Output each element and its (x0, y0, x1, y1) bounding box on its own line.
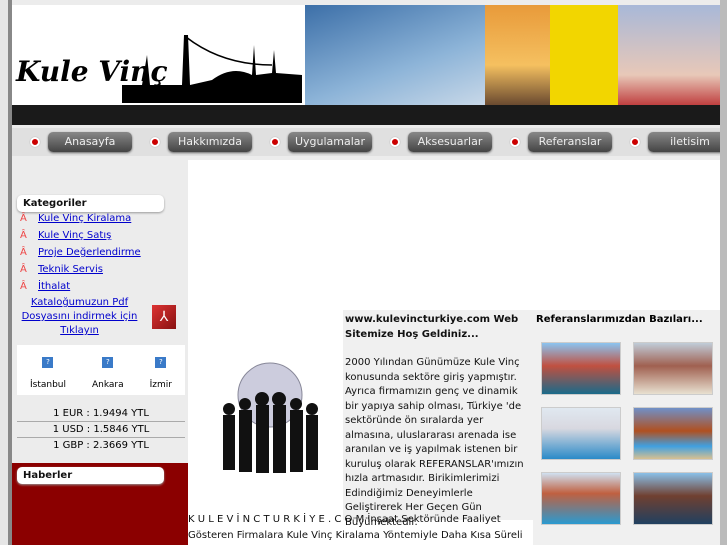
news-box: Haberler (12, 463, 188, 545)
catalog-download-link[interactable]: Kataloğumuzun Pdf Dosyasını indirmek içi… (17, 296, 142, 338)
nav-iletisim[interactable]: iletisim (648, 132, 727, 152)
welcome-title: www.kulevincturkiye.com Web Sitemize Hoş… (345, 314, 519, 340)
list-item: Â Teknik Servis (20, 261, 141, 278)
reference-image[interactable] (541, 342, 621, 395)
category-link[interactable]: Proje Değerlendirme (38, 247, 141, 258)
bullet-icon (390, 137, 400, 147)
bullet-icon: Â (20, 247, 27, 258)
nav-hakkimizda[interactable]: Hakkımızda (168, 132, 252, 152)
news-title: Haberler (17, 467, 164, 484)
category-link[interactable]: Teknik Servis (38, 264, 103, 275)
category-list: Â Kule Vinç Kiralama Â Kule Vinç Satış Â Pr… (20, 210, 141, 295)
reference-image[interactable] (541, 407, 621, 460)
bullet-icon: Â (20, 213, 27, 224)
currency-rate: 1 USD : 1.5846 YTL (17, 422, 185, 438)
intro-text: K U L E V İ N C T U R K İ Y E . C O M İn… (188, 512, 528, 544)
city-label: İstanbul (29, 380, 66, 390)
reference-image[interactable] (633, 472, 713, 525)
crane-photo (485, 5, 550, 105)
nav-anasayfa[interactable]: Anasayfa (48, 132, 132, 152)
pdf-icon[interactable]: ⅄ (152, 305, 176, 329)
sidebar: Kategoriler Â Kule Vinç Kiralama Â Kule Vi… (12, 160, 188, 545)
references-section: Referanslarımızdan Bazıları... (533, 310, 720, 545)
nav-uygulamalar[interactable]: Uygulamalar (288, 132, 372, 152)
category-link[interactable]: Kule Vinç Kiralama (38, 213, 131, 224)
list-item: Â İthalat (20, 278, 141, 295)
business-people-icon (223, 362, 318, 473)
bullet-icon: Â (20, 230, 27, 241)
reference-image[interactable] (633, 342, 713, 395)
header-bar (12, 105, 720, 125)
logo-area: Kule Vinç (12, 5, 305, 105)
header-banner: Kule Vinç (12, 5, 720, 125)
crane-photo (305, 5, 485, 105)
list-item: Â Proje Değerlendirme (20, 244, 141, 261)
city-label: İzmir (149, 380, 172, 390)
reference-image[interactable] (541, 472, 621, 525)
bullet-icon (270, 137, 280, 147)
weather-icon: ? (155, 357, 167, 368)
currency-rate: 1 EUR : 1.9494 YTL (17, 406, 185, 422)
bullet-icon (150, 137, 160, 147)
crane-photo (550, 5, 618, 105)
list-item: Â Kule Vinç Satış (20, 227, 141, 244)
bullet-icon (630, 137, 640, 147)
category-link[interactable]: İthalat (38, 281, 70, 292)
bullet-icon: Â (20, 264, 27, 275)
city-label: Ankara (91, 380, 124, 390)
weather-widget: ? İstanbul ? Ankara ? İzmir (17, 345, 185, 395)
welcome-section: www.kulevincturkiye.com Web Sitemize Hoş… (343, 310, 533, 528)
currency-rates: 1 EUR : 1.9494 YTL 1 USD : 1.5846 YTL 1 … (17, 406, 185, 454)
welcome-body: 2000 Yılından Günümüze Kule Vinç konusun… (345, 357, 524, 528)
logo-text: Kule Vinç (16, 55, 168, 88)
references-title: Referanslarımızdan Bazıları... (536, 314, 703, 325)
weather-icon: ? (102, 357, 114, 368)
scrollbar[interactable] (720, 0, 727, 545)
brand-text: K U L E V İ N C T U R K İ Y E . C O M (188, 514, 365, 525)
currency-rate: 1 GBP : 2.3669 YTL (53, 440, 149, 451)
bullet-icon (30, 137, 40, 147)
category-link[interactable]: Kule Vinç Satış (38, 230, 111, 241)
crane-photo (618, 5, 720, 105)
nav-aksesuarlar[interactable]: Aksesuarlar (408, 132, 492, 152)
bullet-icon: Â (20, 281, 27, 292)
bullet-icon (510, 137, 520, 147)
nav-referanslar[interactable]: Referanslar (528, 132, 612, 152)
reference-image[interactable] (633, 407, 713, 460)
weather-icon: ? (42, 357, 54, 368)
main-nav: Anasayfa Hakkımızda Uygulamalar Aksesuar… (12, 128, 727, 156)
list-item: Â Kule Vinç Kiralama (20, 210, 141, 227)
